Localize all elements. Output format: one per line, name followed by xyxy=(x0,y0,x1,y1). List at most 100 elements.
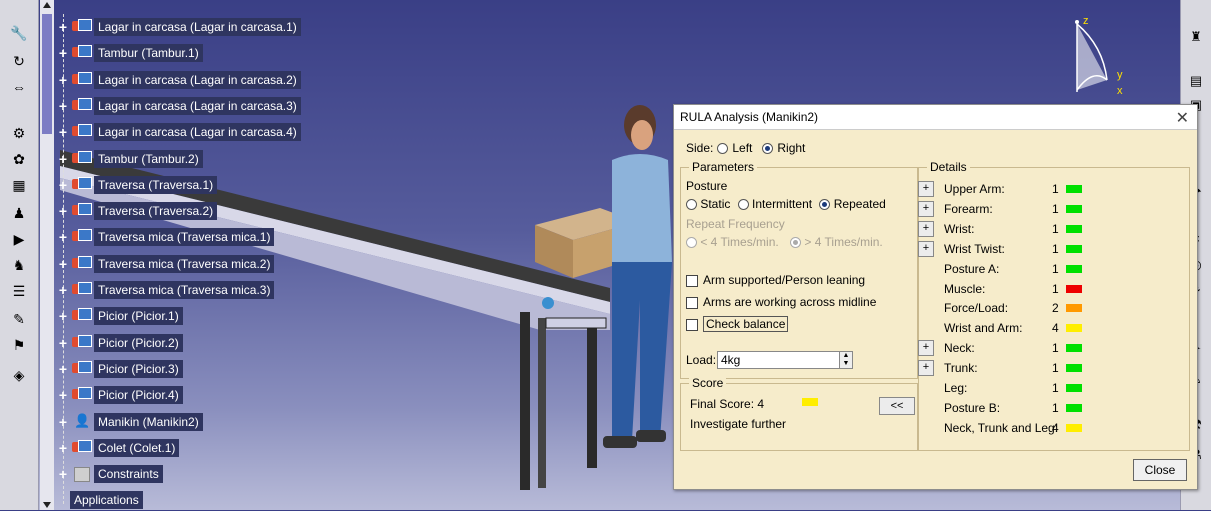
tree-item-label[interactable]: Picior (Picior.3) xyxy=(94,359,183,378)
tree-item[interactable]: + Lagar in carcasa (Lagar in carcasa.3) xyxy=(56,95,301,117)
tree-item[interactable]: + Traversa mica (Traversa mica.1) xyxy=(56,226,275,248)
collapse-details-button[interactable]: << xyxy=(879,397,915,415)
expand-icon[interactable]: + xyxy=(56,45,70,61)
tree-item[interactable]: + Tambur (Tambur.2) xyxy=(56,148,203,170)
tree-item[interactable]: + Manikin (Manikin2) xyxy=(56,411,203,433)
detail-label: Wrist and Arm: xyxy=(944,321,1023,336)
expand-icon[interactable]: + xyxy=(56,229,70,245)
check-balance-option[interactable]: Check balance xyxy=(686,316,789,332)
tree-item-label[interactable]: Lagar in carcasa (Lagar in carcasa.2) xyxy=(94,70,301,89)
expand-icon[interactable]: + xyxy=(56,19,70,35)
tree-item[interactable]: + Traversa (Traversa.2) xyxy=(56,200,218,222)
part-icon xyxy=(70,71,92,88)
expand-icon[interactable]: + xyxy=(56,387,70,403)
tree-item[interactable]: Applications xyxy=(56,489,143,511)
expand-icon[interactable]: + xyxy=(56,361,70,377)
expand-icon[interactable]: + xyxy=(56,282,70,298)
expand-icon[interactable]: + xyxy=(56,203,70,219)
expand-icon[interactable]: + xyxy=(56,308,70,324)
freq-high-label[interactable]: > 4 Times/min. xyxy=(804,235,882,249)
expand-icon[interactable]: + xyxy=(56,124,70,140)
load-spinner[interactable]: ▲ ▼ xyxy=(839,351,853,369)
repeated-label[interactable]: Repeated xyxy=(834,197,886,211)
tree-item-label[interactable]: Lagar in carcasa (Lagar in carcasa.1) xyxy=(94,18,301,36)
arms-midline-label[interactable]: Arms are working across midline xyxy=(703,295,876,309)
intermittent-radio[interactable] xyxy=(737,199,749,211)
close-icon[interactable]: ✕ xyxy=(1176,108,1189,128)
detail-score-swatch xyxy=(1066,264,1082,273)
tree-item-label[interactable]: Colet (Colet.1) xyxy=(94,438,180,457)
tree-item[interactable]: + Traversa mica (Traversa mica.2) xyxy=(56,253,275,275)
expand-detail-button[interactable]: + xyxy=(918,220,934,237)
tree-item-label[interactable]: Traversa mica (Traversa mica.3) xyxy=(94,281,275,299)
side-left-label[interactable]: Left xyxy=(732,141,752,155)
tree-item-label[interactable]: Tambur (Tambur.1) xyxy=(94,44,203,63)
tree-item[interactable]: + Picior (Picior.2) xyxy=(56,332,183,354)
tree-item-label[interactable]: Traversa mica (Traversa mica.2) xyxy=(94,254,275,273)
expand-icon[interactable]: + xyxy=(56,414,70,430)
expand-detail-button[interactable]: + xyxy=(918,340,934,357)
tree-item-label[interactable]: Tambur (Tambur.2) xyxy=(94,149,203,168)
expand-icon[interactable]: + xyxy=(56,177,70,193)
check-balance-checkbox[interactable] xyxy=(686,318,698,331)
expand-icon[interactable]: + xyxy=(56,72,70,88)
tree-item[interactable]: + Colet (Colet.1) xyxy=(56,437,180,459)
arms-midline-option[interactable]: Arms are working across midline xyxy=(686,295,876,309)
detail-value: 1 xyxy=(1052,381,1059,395)
tree-item[interactable]: + Constraints xyxy=(56,463,163,485)
tree-item[interactable]: + Tambur (Tambur.1) xyxy=(56,42,203,64)
detail-label: Posture A: xyxy=(944,261,1000,276)
expand-icon[interactable]: + xyxy=(56,335,70,351)
expand-icon[interactable]: + xyxy=(56,151,70,167)
static-radio[interactable] xyxy=(686,199,697,211)
tree-item[interactable]: + Picior (Picior.1) xyxy=(56,305,183,327)
tree-item[interactable]: + Lagar in carcasa (Lagar in carcasa.4) xyxy=(56,121,301,143)
tree-item-label[interactable]: Picior (Picior.4) xyxy=(94,386,183,405)
freq-low-label[interactable]: < 4 Times/min. xyxy=(700,235,778,249)
tree-item[interactable]: + Lagar in carcasa (Lagar in carcasa.1) xyxy=(56,16,301,38)
tree-item[interactable]: + Traversa mica (Traversa mica.3) xyxy=(56,279,275,301)
expand-detail-button[interactable]: + xyxy=(918,181,934,197)
tree-item[interactable]: + Lagar in carcasa (Lagar in carcasa.2) xyxy=(56,69,301,91)
static-label[interactable]: Static xyxy=(700,197,730,211)
detail-row: Leg: 1 xyxy=(918,379,1098,397)
axis-compass[interactable]: z y x xyxy=(1055,10,1155,110)
tree-item-label[interactable]: Lagar in carcasa (Lagar in carcasa.3) xyxy=(94,96,301,115)
expand-icon[interactable]: + xyxy=(56,466,70,482)
tree-item[interactable]: + Picior (Picior.3) xyxy=(56,358,183,380)
tree-item-label[interactable]: Constraints xyxy=(94,465,163,484)
side-left-radio[interactable] xyxy=(717,142,729,154)
tree-item-label[interactable]: Picior (Picior.1) xyxy=(94,307,183,326)
arms-midline-checkbox[interactable] xyxy=(686,296,698,309)
repeated-radio[interactable] xyxy=(819,199,831,211)
tree-item[interactable]: + Picior (Picior.4) xyxy=(56,384,183,406)
arm-supported-option[interactable]: Arm supported/Person leaning xyxy=(686,273,865,287)
freq-low-radio[interactable] xyxy=(686,237,697,249)
side-right-radio[interactable] xyxy=(762,142,774,154)
dialog-title-bar[interactable]: RULA Analysis (Manikin2) xyxy=(674,105,1197,130)
tree-item-label[interactable]: Traversa (Traversa.2) xyxy=(94,202,218,221)
expand-icon[interactable]: + xyxy=(56,440,70,456)
detail-value: 1 xyxy=(1052,281,1059,296)
expand-detail-button[interactable]: + xyxy=(918,200,934,217)
tree-item-label[interactable]: Traversa (Traversa.1) xyxy=(94,175,218,194)
expand-icon[interactable]: + xyxy=(56,98,70,114)
tree-item-label[interactable]: Lagar in carcasa (Lagar in carcasa.4) xyxy=(94,123,301,142)
freq-high-radio[interactable] xyxy=(790,237,802,249)
close-button[interactable]: Close xyxy=(1133,459,1187,481)
check-balance-label[interactable]: Check balance xyxy=(703,316,789,332)
expand-icon[interactable]: + xyxy=(56,256,70,272)
tree-item-label[interactable]: Applications xyxy=(70,491,143,510)
load-input[interactable]: 4kg xyxy=(717,351,840,369)
tree-item-label[interactable]: Picior (Picior.2) xyxy=(94,333,183,352)
arm-supported-label[interactable]: Arm supported/Person leaning xyxy=(703,273,865,287)
tree-item-label[interactable]: Traversa mica (Traversa mica.1) xyxy=(94,228,275,247)
detail-row: Posture A: 1 xyxy=(918,260,1098,278)
expand-detail-button[interactable]: + xyxy=(918,240,934,257)
expand-detail-button[interactable]: + xyxy=(918,360,934,377)
tree-item-label[interactable]: Manikin (Manikin2) xyxy=(94,412,203,431)
side-right-label[interactable]: Right xyxy=(777,141,805,155)
intermittent-label[interactable]: Intermittent xyxy=(752,197,812,211)
arm-supported-checkbox[interactable] xyxy=(686,274,698,287)
tree-item[interactable]: + Traversa (Traversa.1) xyxy=(56,174,218,196)
